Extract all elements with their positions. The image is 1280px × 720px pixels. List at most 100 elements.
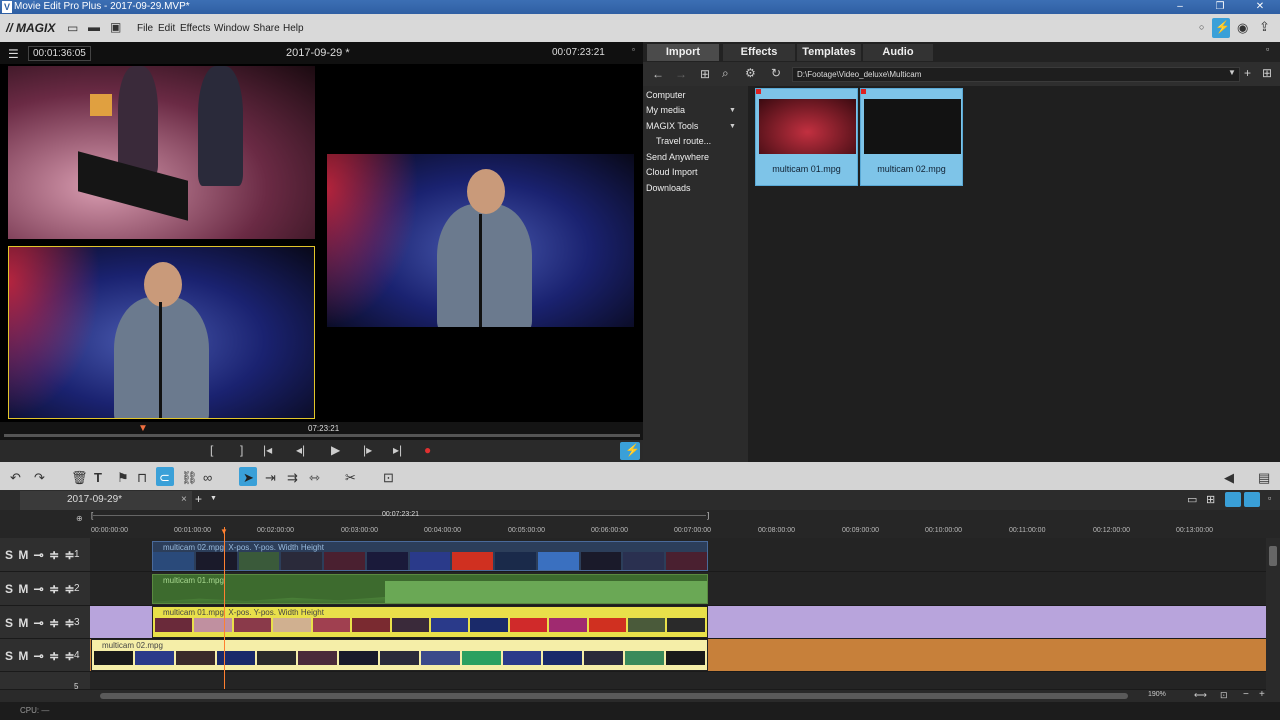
close-button[interactable]: ✕ — [1240, 0, 1280, 14]
multicam-source-1[interactable] — [8, 66, 315, 239]
path-input[interactable]: D:\Footage\Video_deluxe\Multicam — [792, 67, 1240, 82]
tree-item-my-media[interactable]: My media — [646, 105, 685, 115]
play-button[interactable]: ▶ — [331, 443, 340, 457]
file-thumbnail[interactable]: multicam 02.mpg — [860, 88, 963, 186]
marker-icon[interactable]: ⚑ — [117, 470, 129, 486]
ripple-icon[interactable]: ⇉ — [287, 470, 298, 486]
playhead[interactable] — [224, 527, 225, 689]
disc-icon[interactable]: ◉ — [1237, 20, 1248, 36]
chevron-down-icon[interactable]: ▼ — [210, 495, 217, 502]
track-header-2[interactable]: S M ⊸ ≑ ≑ 2 — [0, 572, 90, 606]
tree-item-magix-tools[interactable]: MAGIX Tools — [646, 121, 698, 131]
link-icon[interactable]: ⛓ — [181, 470, 198, 486]
grid-view-icon[interactable]: ⊞ — [1262, 66, 1272, 80]
playhead-handle-icon[interactable]: ▼ — [220, 527, 228, 536]
add-icon[interactable]: + — [1244, 66, 1251, 80]
menu-effects[interactable]: Effects — [180, 23, 210, 34]
open-folder-icon[interactable]: ▬ — [88, 20, 100, 34]
cut-icon[interactable]: ✂ — [345, 470, 356, 486]
minimize-button[interactable]: – — [1160, 0, 1200, 14]
next-marker-button[interactable]: ▸| — [393, 443, 402, 457]
multicam-source-2-active[interactable] — [8, 246, 315, 419]
forward-arrow-icon[interactable]: → — [675, 67, 687, 81]
menu-window[interactable]: Window — [214, 23, 250, 34]
prev-marker-button[interactable]: |◂ — [263, 443, 272, 457]
tree-item-downloads[interactable]: Downloads — [646, 183, 691, 193]
stretch-icon[interactable]: ⇿ — [309, 470, 320, 486]
clip-audio-multicam-01[interactable]: multicam 01.mpg — [152, 574, 708, 604]
tree-item-travel-route[interactable]: Travel route... — [656, 136, 711, 146]
menu-share[interactable]: Share — [253, 23, 280, 34]
tab-templates[interactable]: Templates — [797, 44, 861, 61]
chevron-down-icon[interactable]: ▼ — [729, 107, 736, 114]
clip-multicam-01[interactable]: multicam 01.mpg X-pos. Y-pos. Width Heig… — [152, 606, 708, 638]
zoom-fit-icon[interactable]: ⟷ — [1194, 690, 1207, 701]
unlink-icon[interactable]: ∞ — [203, 470, 212, 485]
clip-multicam-02[interactable]: multicam 02.mpg — [91, 639, 708, 671]
refresh-icon[interactable]: ↻ — [771, 66, 781, 80]
chevron-down-icon[interactable]: ▼ — [1228, 68, 1236, 77]
preview-expand-icon[interactable]: ▫ — [632, 45, 635, 54]
menu-edit[interactable]: Edit — [158, 23, 175, 34]
timeline-view-button[interactable] — [1225, 492, 1241, 507]
tree-item-computer[interactable]: Computer — [646, 90, 686, 100]
dot-icon[interactable]: ○ — [1199, 22, 1204, 32]
mark-in-button[interactable]: [ — [210, 443, 213, 457]
panel-expand-icon[interactable]: ▫ — [1266, 44, 1269, 54]
text-tool-icon[interactable]: T — [94, 470, 102, 485]
close-tab-icon[interactable]: × — [181, 494, 187, 505]
add-tab-icon[interactable]: + — [195, 492, 202, 506]
maximize-button[interactable]: ❐ — [1200, 0, 1240, 14]
multicam-view-button[interactable] — [1244, 492, 1260, 507]
track-header-5[interactable]: 5 — [0, 672, 90, 691]
group-icon[interactable]: ⊓ — [137, 470, 147, 486]
search-icon[interactable]: ⌕ — [722, 66, 729, 81]
zoom-out-icon[interactable]: − — [1243, 689, 1249, 700]
delete-icon[interactable]: 🗑 — [71, 470, 88, 486]
menu-icon[interactable]: ☰ — [8, 47, 19, 61]
track-solo-mute[interactable]: S M ⊸ ≑ ≑ — [5, 548, 76, 562]
folder-tree-icon[interactable]: ⊞ — [700, 67, 710, 81]
scroll-thumb[interactable] — [1269, 546, 1277, 566]
undo-icon[interactable]: ↶ — [10, 470, 21, 486]
mixer-icon[interactable]: ▤ — [1258, 470, 1270, 486]
expand-icon[interactable]: ▫ — [1268, 493, 1271, 503]
track-header-1[interactable]: S M ⊸ ≑ ≑ 1 — [0, 538, 90, 572]
zoom-in-icon[interactable]: + — [1259, 689, 1265, 700]
record-button[interactable]: ● — [424, 443, 431, 457]
scroll-thumb[interactable] — [100, 693, 1128, 699]
back-arrow-icon[interactable]: ← — [652, 67, 664, 81]
mark-out-button[interactable]: ] — [240, 443, 243, 457]
zoom-range-icon[interactable]: ⊡ — [1220, 690, 1228, 701]
track-solo-mute[interactable]: S M ⊸ ≑ ≑ — [5, 616, 76, 630]
save-icon[interactable]: ▣ — [110, 20, 121, 34]
tab-audio[interactable]: Audio — [863, 44, 933, 61]
speaker-icon[interactable]: ◀ — [1224, 470, 1234, 486]
track-solo-mute[interactable]: S M ⊸ ≑ ≑ — [5, 649, 76, 663]
redo-icon[interactable]: ↷ — [34, 470, 45, 486]
tab-effects[interactable]: Effects — [723, 44, 795, 61]
menu-help[interactable]: Help — [283, 23, 304, 34]
tree-item-cloud-import[interactable]: Cloud Import — [646, 167, 698, 177]
new-file-icon[interactable]: ▭ — [67, 21, 78, 35]
track-lane-5[interactable] — [90, 672, 1266, 690]
menu-file[interactable]: File — [137, 23, 153, 34]
track-header-4[interactable]: S M ⊸ ≑ ≑ 4 — [0, 639, 90, 672]
lock-icon[interactable]: ⊕ — [76, 514, 83, 523]
upload-icon[interactable]: ⇪ — [1259, 19, 1270, 35]
clip-multicam-02[interactable]: multicam 02.mpg X-pos. Y-pos. Width Heig… — [152, 541, 708, 571]
track-header-3[interactable]: S M ⊸ ≑ ≑ 3 — [0, 606, 90, 639]
vertical-scrollbar[interactable] — [1266, 538, 1280, 690]
scene-view-icon[interactable]: ⊞ — [1206, 493, 1215, 506]
track-solo-mute[interactable]: S M ⊸ ≑ ≑ — [5, 582, 76, 596]
step-forward-button[interactable]: |▸ — [363, 443, 372, 457]
horizontal-scrollbar[interactable]: 190% ⟷ ⊡ − + — [0, 689, 1280, 702]
zoom-level[interactable]: 190% — [1148, 691, 1166, 698]
preview-scrubber[interactable]: ▼ 07:23:21 — [0, 422, 643, 440]
insert-icon[interactable]: ⊡ — [383, 470, 394, 486]
file-thumbnail[interactable]: multicam 01.mpg — [755, 88, 858, 186]
storyboard-view-icon[interactable]: ▭ — [1187, 493, 1197, 506]
scrub-position-icon[interactable]: ▼ — [138, 423, 148, 434]
tree-item-send-anywhere[interactable]: Send Anywhere — [646, 152, 709, 162]
range-select-icon[interactable]: ⇥ — [265, 470, 276, 486]
